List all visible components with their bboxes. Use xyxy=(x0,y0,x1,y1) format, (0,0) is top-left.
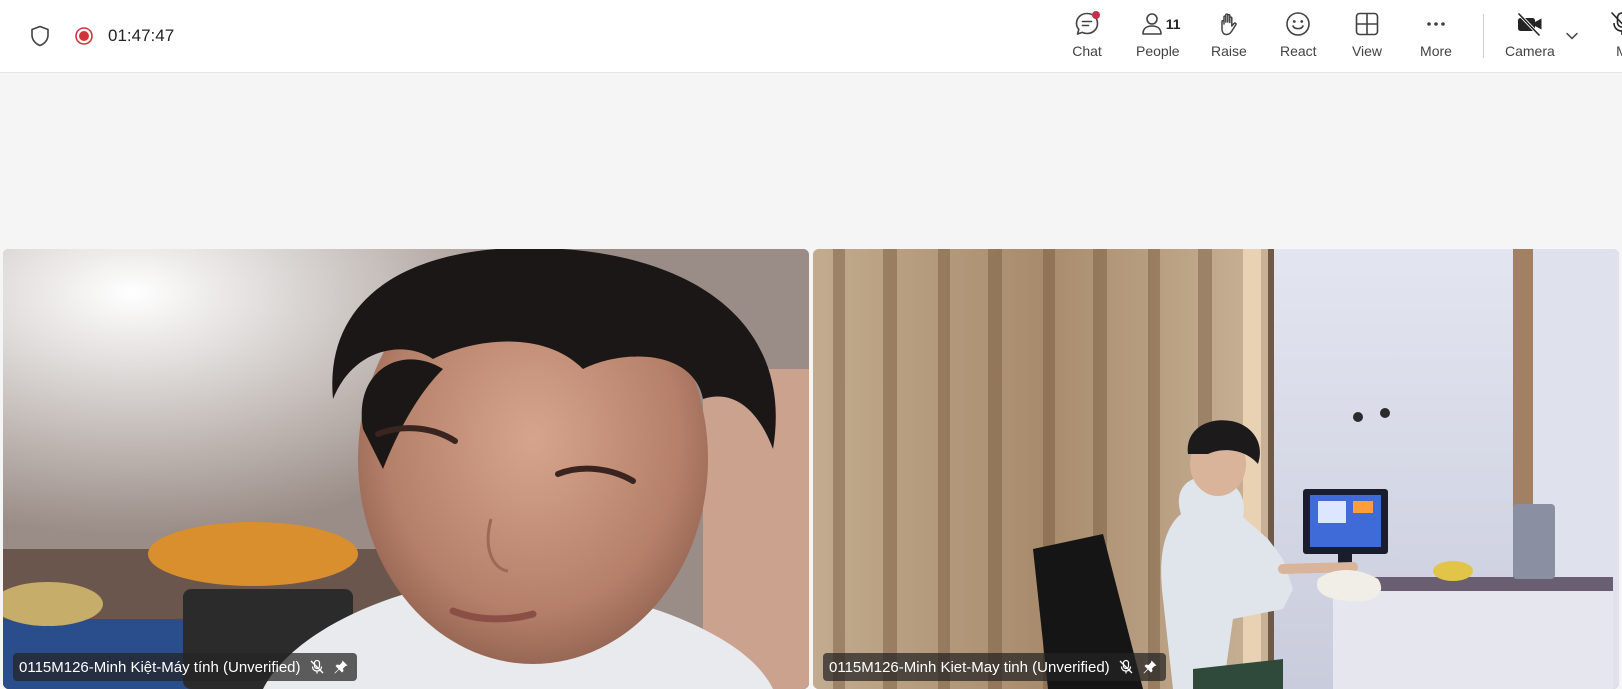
mic-off-icon xyxy=(1608,10,1622,38)
participant-video-tile[interactable]: 0115M126-Minh Kiet-May tinh (Unverified) xyxy=(813,249,1619,689)
people-count: 11 xyxy=(1166,16,1181,32)
mic-button[interactable]: M xyxy=(1606,8,1622,68)
mic-label: M xyxy=(1616,43,1622,59)
camera-off-icon xyxy=(1515,10,1545,38)
raise-label: Raise xyxy=(1211,43,1247,59)
raise-hand-button[interactable]: Raise xyxy=(1211,8,1247,68)
participant-video xyxy=(3,249,809,689)
toolbar-divider xyxy=(1483,14,1484,58)
mic-muted-icon xyxy=(309,659,325,675)
meeting-toolbar: 01:47:47 Chat 11 People xyxy=(0,0,1622,73)
camera-button[interactable]: Camera xyxy=(1505,8,1555,68)
participant-name-tag: 0115M126-Minh Kiet-May tinh (Unverified) xyxy=(823,653,1166,681)
people-icon xyxy=(1138,10,1166,38)
chat-label: Chat xyxy=(1072,43,1102,59)
view-label: View xyxy=(1352,43,1382,59)
react-label: React xyxy=(1280,43,1317,59)
participant-video xyxy=(813,249,1619,689)
more-button[interactable]: More xyxy=(1420,8,1452,68)
chat-button[interactable]: Chat xyxy=(1071,8,1103,68)
chat-notification-dot xyxy=(1092,11,1100,19)
react-icon xyxy=(1284,10,1312,38)
shield-icon[interactable] xyxy=(28,24,52,48)
meeting-timer: 01:47:47 xyxy=(108,26,174,46)
participant-name: 0115M126-Minh Kiệt-Máy tính (Unverified) xyxy=(19,659,301,676)
raise-hand-icon xyxy=(1215,10,1243,38)
recording-icon xyxy=(74,26,94,46)
view-button[interactable]: View xyxy=(1351,8,1383,68)
participant-video-tile[interactable]: 0115M126-Minh Kiệt-Máy tính (Unverified) xyxy=(3,249,809,689)
people-label: People xyxy=(1136,43,1180,59)
mic-muted-icon xyxy=(1118,659,1134,675)
pin-icon[interactable] xyxy=(333,659,349,675)
react-button[interactable]: React xyxy=(1280,8,1317,68)
view-icon xyxy=(1353,10,1381,38)
participant-name: 0115M126-Minh Kiet-May tinh (Unverified) xyxy=(829,659,1110,676)
camera-label: Camera xyxy=(1505,43,1555,59)
more-icon xyxy=(1422,10,1450,38)
pin-icon[interactable] xyxy=(1142,659,1158,675)
chevron-down-icon[interactable] xyxy=(1562,26,1582,46)
more-label: More xyxy=(1420,43,1452,59)
participant-name-tag: 0115M126-Minh Kiệt-Máy tính (Unverified) xyxy=(13,653,357,681)
meeting-info: 01:47:47 xyxy=(28,20,174,52)
people-button[interactable]: 11 People xyxy=(1136,8,1180,68)
